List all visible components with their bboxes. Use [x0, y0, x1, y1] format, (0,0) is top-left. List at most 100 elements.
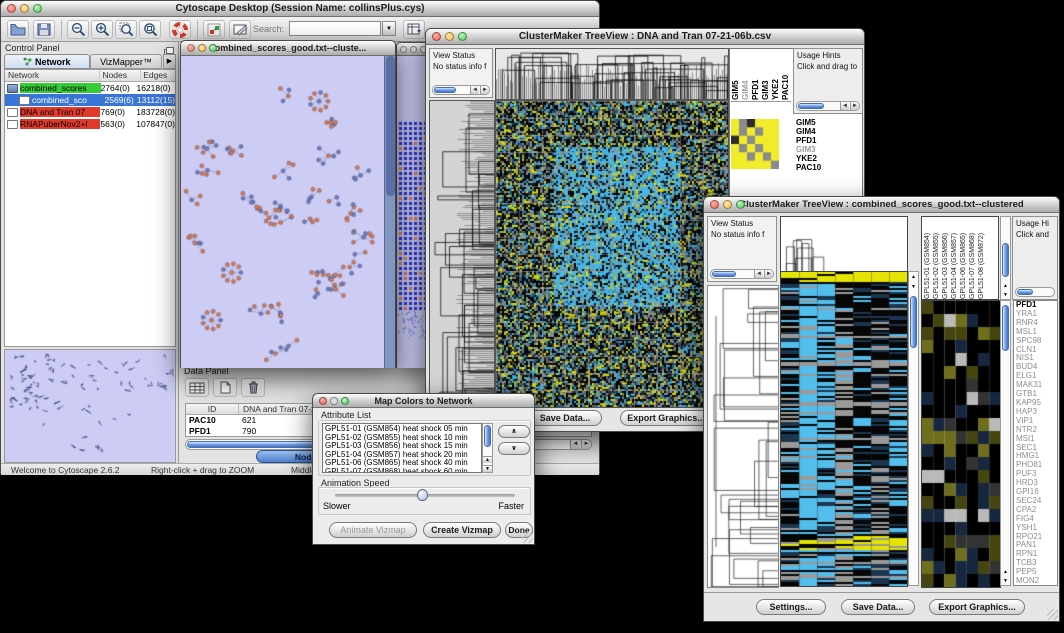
scroll-down-arrow[interactable]: ▼ [909, 284, 918, 290]
new-attribute-button[interactable] [213, 378, 237, 397]
network-table-row[interactable]: combined_scores 2764(0) 16218(0) [5, 82, 175, 94]
settings-button[interactable]: Settings... [756, 599, 826, 615]
hscroll-thumb[interactable] [434, 87, 456, 93]
export-graphics-button[interactable]: Export Graphics... [929, 599, 1025, 615]
tab-overflow-button[interactable]: ▶ [163, 54, 176, 69]
network-vscrollbar[interactable] [384, 56, 395, 368]
array-column-label[interactable]: GPL51-04 (GSM857) [951, 217, 958, 299]
close-button[interactable] [400, 46, 407, 53]
hscroll-thumb[interactable] [798, 103, 824, 109]
tab-network[interactable]: Network [4, 54, 90, 69]
zoom-column-label[interactable]: PAC10 [781, 50, 790, 100]
minimize-button[interactable] [330, 397, 338, 405]
zoom-column-label[interactable]: GIM4 [741, 50, 750, 100]
attribute-list-item[interactable]: GPL51-01 (GSM854) heat shock 05 min [325, 425, 481, 434]
scroll-left-arrow[interactable]: ◄ [840, 102, 849, 110]
vscroll-thumb[interactable] [484, 425, 491, 447]
gene-label[interactable]: TCB3 [1016, 559, 1057, 568]
gene-label[interactable]: YSH1 [1016, 524, 1057, 533]
gene-label[interactable]: SEC24 [1016, 497, 1057, 506]
cluster-heatmap-vscroll[interactable]: ▲ ▼ [1000, 300, 1011, 586]
scroll-down-arrow[interactable]: ▼ [1001, 292, 1010, 298]
gene-label[interactable]: PFD1 [1016, 301, 1057, 310]
move-down-button[interactable]: ∨ [498, 442, 530, 455]
hscroll-thumb[interactable] [712, 271, 736, 277]
resize-grip[interactable] [1047, 609, 1058, 620]
gene-label[interactable]: BUD4 [1016, 363, 1057, 372]
id-col-header[interactable]: ID [186, 404, 238, 414]
attribute-list-item[interactable]: GPL51-04 (GSM857) heat shock 20 min [325, 451, 481, 460]
scroll-down-arrow[interactable]: ▼ [483, 465, 492, 472]
node-appearance-button[interactable] [203, 20, 225, 39]
delete-attribute-button[interactable] [241, 378, 265, 397]
attribute-list-item[interactable]: GPL51-02 (GSM855) heat shock 10 min [325, 434, 481, 443]
scroll-right-arrow[interactable]: ► [764, 270, 773, 278]
scroll-left-arrow[interactable]: ◄ [470, 86, 479, 94]
zoom-out-button[interactable] [67, 20, 89, 39]
scroll-right-arrow[interactable]: ► [581, 440, 591, 449]
array-column-label[interactable]: GPL51-03 (GSM856) [942, 217, 949, 299]
close-button[interactable] [432, 32, 441, 41]
gene-label[interactable]: MON2 [1016, 577, 1057, 586]
zoom-button[interactable] [209, 44, 217, 52]
gene-label[interactable]: GTB1 [1016, 390, 1057, 399]
help-button[interactable] [169, 20, 191, 39]
gene-label[interactable]: SEC1 [1016, 444, 1057, 453]
zoom-gene-label[interactable]: GIM5 [796, 119, 842, 128]
zoom-button[interactable] [736, 200, 745, 209]
zoom-gene-label[interactable]: GIM3 [796, 146, 842, 155]
create-vizmap-button[interactable]: Create Vizmap [423, 522, 501, 538]
vscroll-thumb[interactable] [1002, 243, 1009, 277]
slider-thumb[interactable] [417, 489, 428, 501]
gene-label[interactable]: RNR4 [1016, 319, 1057, 328]
gene-label[interactable]: CLN1 [1016, 346, 1057, 355]
resize-grip[interactable] [522, 532, 533, 543]
gene-label[interactable]: HMG1 [1016, 452, 1057, 461]
search-input[interactable] [289, 21, 381, 36]
scroll-up-arrow[interactable]: ▲ [909, 274, 918, 280]
array-column-label[interactable]: GPL51-01 (GSM854) [924, 217, 931, 299]
search-dropdown-button[interactable]: ▼ [382, 21, 396, 36]
network-canvas[interactable] [181, 56, 385, 368]
vscroll-thumb[interactable] [910, 296, 917, 348]
zoom-gene-label[interactable]: GIM4 [796, 128, 842, 137]
gene-label[interactable]: PUF3 [1016, 470, 1057, 479]
gene-label[interactable]: PHO81 [1016, 461, 1057, 470]
zoom-in-button[interactable] [91, 20, 113, 39]
col-header-nodes[interactable]: Nodes [99, 70, 140, 81]
save-data-button[interactable]: Save Data... [841, 599, 915, 615]
scroll-left-arrow[interactable]: ◄ [754, 270, 763, 278]
gene-label[interactable]: CPA2 [1016, 506, 1057, 515]
gene-label[interactable]: MSL1 [1016, 328, 1057, 337]
column-dendrogram[interactable] [495, 48, 729, 100]
array-column-label[interactable]: GPL51-08 (GSM872) [978, 217, 985, 299]
network-table-row[interactable]: combined_sco 2569(6) 13112(15) [5, 94, 175, 106]
gene-label[interactable]: MSI1 [1016, 435, 1057, 444]
attribute-list-vscroll[interactable]: ▲ ▼ [482, 423, 493, 473]
selected-cluster-heatmap[interactable] [921, 300, 1001, 588]
hscroll-thumb[interactable] [1017, 289, 1033, 295]
view-status-hscroll[interactable]: ◄ ► [710, 269, 774, 279]
gene-label[interactable]: NIS1 [1016, 354, 1057, 363]
gene-label[interactable]: PEP5 [1016, 568, 1057, 577]
open-session-button[interactable] [7, 20, 29, 39]
show-table-button[interactable] [185, 378, 209, 397]
scroll-right-arrow[interactable]: ► [850, 102, 859, 110]
zoom-column-label[interactable]: GIM3 [761, 50, 770, 100]
import-table-button[interactable] [403, 20, 425, 39]
gene-label[interactable]: VIP1 [1016, 417, 1057, 426]
save-data-button[interactable]: Save Data... [528, 410, 602, 426]
col-header-network[interactable]: Network [5, 70, 99, 81]
close-button[interactable] [710, 200, 719, 209]
scroll-right-arrow[interactable]: ► [480, 86, 489, 94]
gene-label[interactable]: HRD3 [1016, 479, 1057, 488]
view-status-hscroll[interactable]: ◄ ► [432, 85, 490, 95]
usage-hints-hscroll[interactable] [1015, 287, 1055, 297]
gene-label[interactable]: YRA1 [1016, 310, 1057, 319]
scroll-down-arrow[interactable]: ▼ [1001, 578, 1010, 584]
save-session-button[interactable] [33, 20, 55, 39]
vscroll-thumb[interactable] [1002, 305, 1009, 351]
tab-vizmapper[interactable]: VizMapper™ [90, 54, 162, 69]
attribute-list-item[interactable]: GPL51-06 (GSM865) heat shock 40 min [325, 459, 481, 468]
close-button[interactable] [319, 397, 327, 405]
